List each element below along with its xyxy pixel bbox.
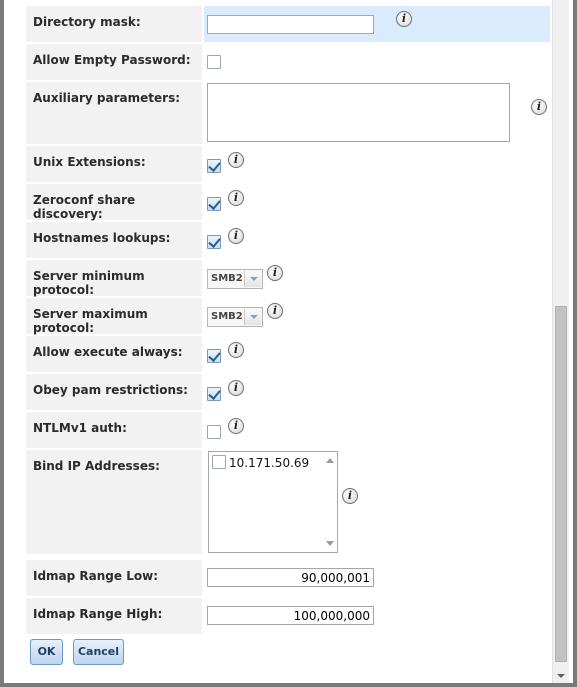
auxiliary-parameters-help-icon[interactable]: i xyxy=(531,99,547,115)
scrollbar-thumb[interactable] xyxy=(555,306,567,662)
bind-ip-option-checkbox[interactable] xyxy=(212,455,226,469)
ok-button[interactable]: OK xyxy=(30,639,63,665)
chevron-down-icon[interactable] xyxy=(244,309,261,325)
unix-extensions-label: Unix Extensions: xyxy=(26,146,202,182)
bind-ip-addresses-listbox[interactable]: 10.171.50.69 xyxy=(208,451,338,553)
row-directory-mask: Directory mask: i xyxy=(26,6,550,42)
allow-empty-password-checkbox[interactable] xyxy=(207,55,221,69)
row-server-maximum-protocol: Server maximum protocol: SMB2 i xyxy=(26,298,550,335)
directory-mask-help-icon[interactable]: i xyxy=(396,11,412,27)
server-maximum-protocol-value: SMB2 xyxy=(211,311,243,322)
row-auxiliary-parameters: Auxiliary parameters: i xyxy=(26,82,550,144)
row-unix-extensions: Unix Extensions: i xyxy=(26,146,550,182)
directory-mask-input[interactable] xyxy=(207,15,374,34)
row-idmap-range-low: Idmap Range Low: xyxy=(26,560,550,596)
row-allow-execute-always: Allow execute always: i xyxy=(26,336,550,372)
server-minimum-protocol-help-icon[interactable]: i xyxy=(267,265,283,281)
bind-ip-addresses-label: Bind IP Addresses: xyxy=(26,450,202,554)
idmap-range-low-input[interactable] xyxy=(207,568,374,587)
row-hostnames-lookups: Hostnames lookups: i xyxy=(26,222,550,258)
directory-mask-label: Directory mask: xyxy=(26,6,202,42)
hostnames-lookups-help-icon[interactable]: i xyxy=(228,228,244,244)
ntlmv1-auth-label: NTLMv1 auth: xyxy=(26,412,202,448)
row-bind-ip-addresses: Bind IP Addresses: 10.171.50.69 i xyxy=(26,450,550,554)
scroll-up-arrow-icon[interactable] xyxy=(326,458,334,463)
auxiliary-parameters-textarea[interactable] xyxy=(207,83,510,142)
scroll-down-arrow-icon[interactable] xyxy=(326,541,334,546)
row-ntlmv1-auth: NTLMv1 auth: i xyxy=(26,412,550,448)
ntlmv1-auth-help-icon[interactable]: i xyxy=(228,418,244,434)
hostnames-lookups-checkbox[interactable] xyxy=(207,235,221,249)
hostnames-lookups-label: Hostnames lookups: xyxy=(26,222,202,258)
server-minimum-protocol-label: Server minimum protocol: xyxy=(26,260,202,297)
unix-extensions-help-icon[interactable]: i xyxy=(228,152,244,168)
row-zeroconf-share-discovery: Zeroconf share discovery: i xyxy=(26,184,550,221)
ntlmv1-auth-checkbox[interactable] xyxy=(207,425,221,439)
idmap-range-high-label: Idmap Range High: xyxy=(26,598,202,634)
idmap-range-high-input[interactable] xyxy=(207,606,374,625)
cancel-button[interactable]: Cancel xyxy=(73,639,124,665)
scroll-down-arrow-icon[interactable] xyxy=(557,674,565,678)
auxiliary-parameters-label: Auxiliary parameters: xyxy=(26,82,202,144)
row-obey-pam-restrictions: Obey pam restrictions: i xyxy=(26,374,550,410)
allow-execute-always-label: Allow execute always: xyxy=(26,336,202,372)
server-maximum-protocol-select[interactable]: SMB2 xyxy=(207,307,263,327)
row-server-minimum-protocol: Server minimum protocol: SMB2 i xyxy=(26,260,550,297)
server-maximum-protocol-help-icon[interactable]: i xyxy=(267,303,283,319)
zeroconf-share-discovery-label: Zeroconf share discovery: xyxy=(26,184,202,221)
zeroconf-share-discovery-checkbox[interactable] xyxy=(207,197,221,211)
server-minimum-protocol-select[interactable]: SMB2 xyxy=(207,269,263,289)
server-maximum-protocol-label: Server maximum protocol: xyxy=(26,298,202,335)
smb-settings-dialog: Directory mask: i Allow Empty Password: … xyxy=(0,0,577,687)
allow-execute-always-help-icon[interactable]: i xyxy=(228,342,244,358)
obey-pam-restrictions-help-icon[interactable]: i xyxy=(228,380,244,396)
allow-empty-password-label: Allow Empty Password: xyxy=(26,44,202,80)
row-idmap-range-high: Idmap Range High: xyxy=(26,598,550,634)
dialog-scrollbar[interactable] xyxy=(552,0,569,683)
zeroconf-share-discovery-help-icon[interactable]: i xyxy=(228,190,244,206)
listbox-scrollbar[interactable] xyxy=(323,452,337,552)
chevron-down-icon[interactable] xyxy=(244,271,261,287)
unix-extensions-checkbox[interactable] xyxy=(207,159,221,173)
obey-pam-restrictions-label: Obey pam restrictions: xyxy=(26,374,202,410)
idmap-range-low-label: Idmap Range Low: xyxy=(26,560,202,596)
obey-pam-restrictions-checkbox[interactable] xyxy=(207,387,221,401)
row-allow-empty-password: Allow Empty Password: xyxy=(26,44,550,80)
bind-ip-option-label: 10.171.50.69 xyxy=(229,456,310,470)
bind-ip-addresses-help-icon[interactable]: i xyxy=(342,488,358,504)
server-minimum-protocol-value: SMB2 xyxy=(211,273,243,284)
allow-execute-always-checkbox[interactable] xyxy=(207,349,221,363)
